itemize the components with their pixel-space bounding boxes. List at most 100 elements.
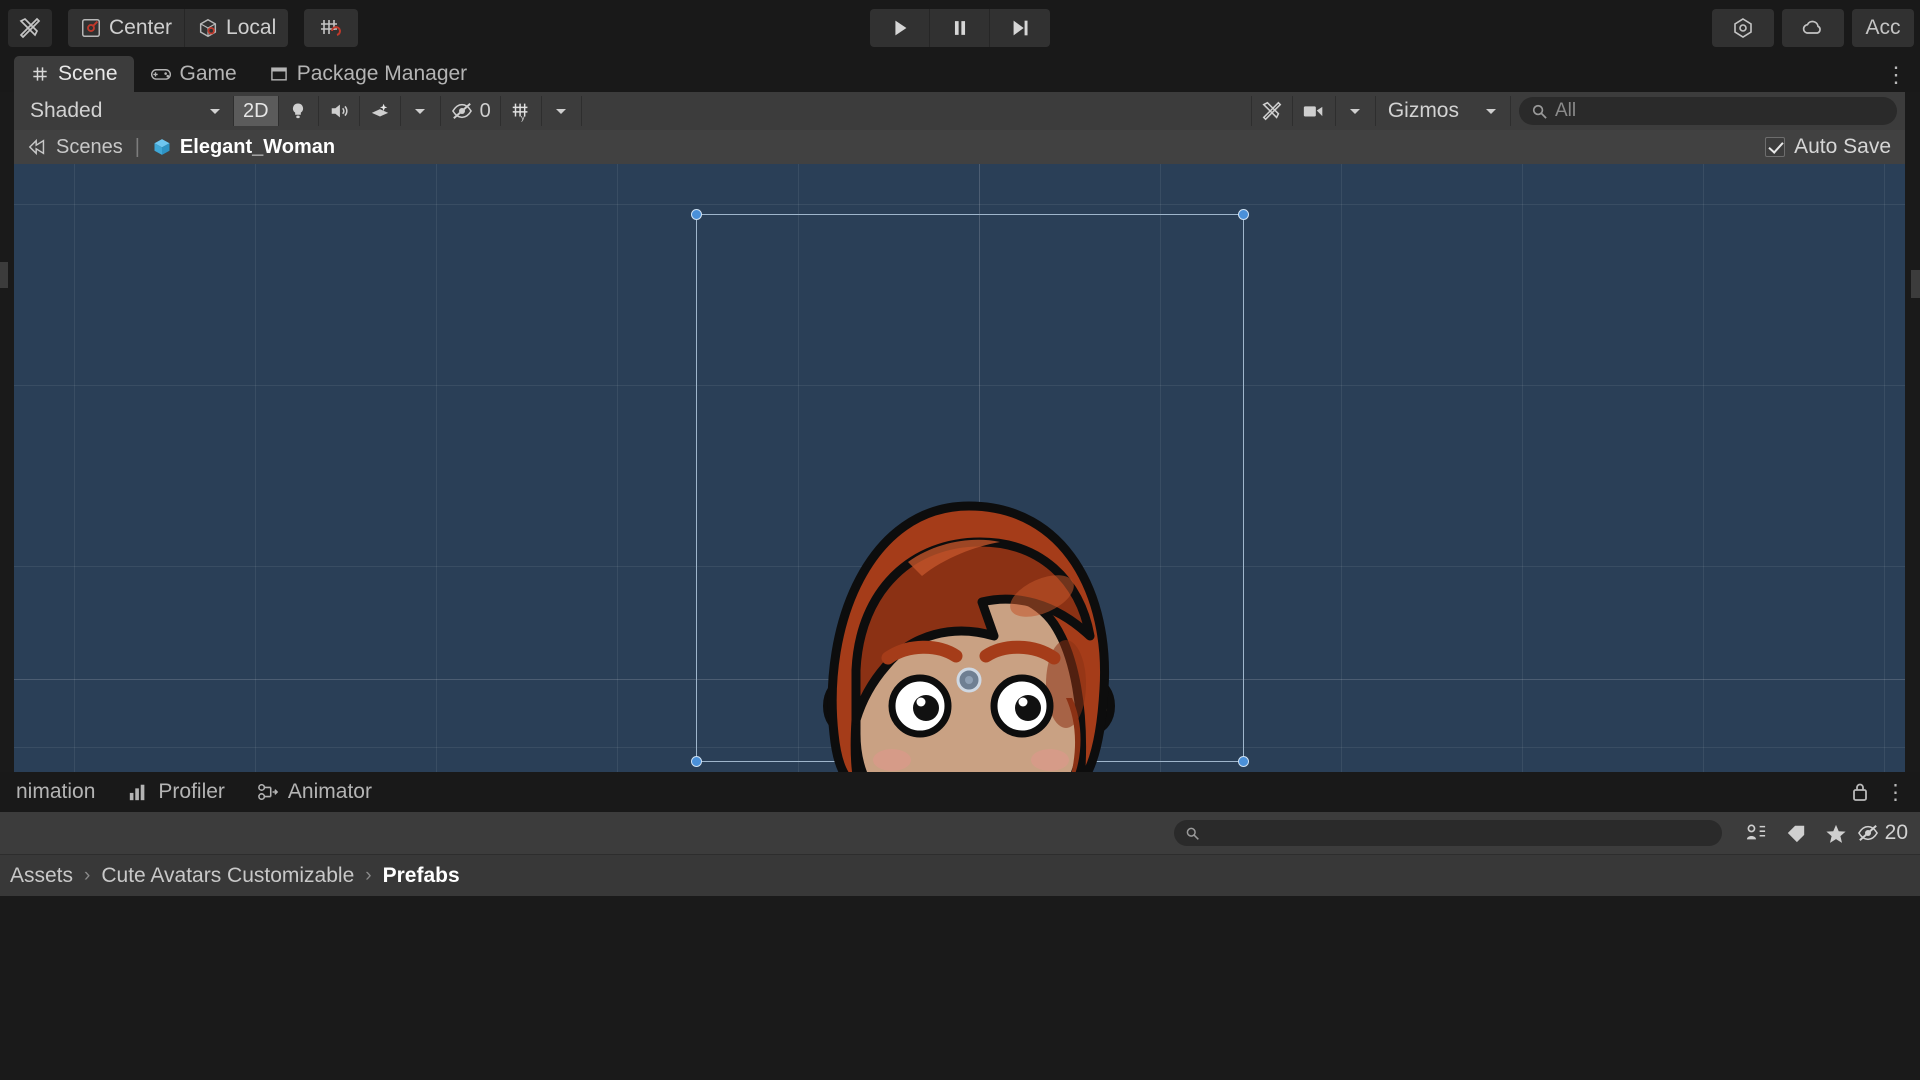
breadcrumb-current-label: Elegant_Woman <box>179 135 336 158</box>
pause-button[interactable] <box>930 9 990 47</box>
profiler-icon <box>130 784 145 801</box>
scene-tools-icon[interactable] <box>1252 96 1293 126</box>
audio-icon[interactable] <box>319 96 360 126</box>
tool-group <box>8 9 52 47</box>
bottom-tabs-right-group: ⋮ <box>1851 780 1920 805</box>
toolbar-right-group: Acc <box>1712 9 1920 47</box>
breadcrumb-scenes-label: Scenes <box>56 135 123 158</box>
tab-package-manager[interactable]: Package Manager <box>253 56 483 92</box>
left-dock-edge <box>0 92 14 772</box>
tab-profiler[interactable]: Profiler <box>111 772 241 812</box>
grid-dropdown[interactable] <box>542 96 582 126</box>
project-path-breadcrumb: Assets › Cute Avatars Customizable › Pre… <box>0 854 1920 896</box>
chevron-down-icon <box>556 109 567 114</box>
tab-overflow-menu[interactable]: ⋮ <box>1885 62 1908 88</box>
pivot-mode-button[interactable]: Center <box>68 9 186 47</box>
step-button[interactable] <box>990 9 1050 47</box>
package-icon <box>270 67 287 81</box>
scene-search-placeholder: All <box>1555 100 1577 121</box>
draw-mode-dropdown[interactable]: Shaded <box>20 96 234 126</box>
eye-off-icon <box>451 102 472 120</box>
prefab-breadcrumb-bar: Scenes | Elegant_Woman Auto Save <box>14 130 1905 164</box>
effects-dropdown[interactable] <box>401 96 441 126</box>
grid-axis-icon[interactable]: y <box>501 96 542 126</box>
avatar-sprite[interactable] <box>804 484 1134 772</box>
tab-package-manager-label: Package Manager <box>296 62 468 85</box>
tab-profiler-label: Profiler <box>158 780 225 803</box>
auto-save-toggle[interactable]: Auto Save <box>1765 135 1905 159</box>
scene-view-toolbar: Shaded 2D 0 y Gizmos All <box>14 92 1905 130</box>
scene-toolbar-right: Gizmos All <box>1250 96 1905 126</box>
chevron-down-icon <box>1485 109 1496 114</box>
tab-animator-label: Animator <box>287 780 372 803</box>
account-label: Acc <box>1865 16 1901 39</box>
visibility-count-group[interactable]: 20 <box>1856 821 1920 845</box>
playback-controls <box>870 9 1050 47</box>
camera-icon[interactable] <box>1293 96 1336 126</box>
hidden-objects-toggle[interactable]: 0 <box>441 96 501 126</box>
filter-label-icon[interactable] <box>1776 818 1816 848</box>
top-toolbar: Center Local Acc <box>0 0 1920 56</box>
project-toolbar: 20 <box>0 812 1920 854</box>
lock-icon[interactable] <box>1851 782 1869 802</box>
gizmos-label[interactable]: Gizmos <box>1376 99 1471 123</box>
resize-handle-top-right[interactable] <box>1238 209 1249 220</box>
path-segment-prefabs[interactable]: Prefabs <box>383 864 460 888</box>
account-button[interactable]: Acc <box>1852 9 1914 47</box>
toggle-2d-button[interactable]: 2D <box>234 96 279 126</box>
pivot-rotation-button[interactable]: Local <box>185 9 288 47</box>
animator-icon <box>258 783 279 801</box>
prefab-cube-icon <box>154 139 170 155</box>
tab-animator[interactable]: Animator <box>241 772 388 812</box>
scene-viewport[interactable] <box>14 164 1905 772</box>
tools-icon[interactable] <box>8 9 52 47</box>
search-icon <box>1186 827 1199 840</box>
breadcrumb-current[interactable]: Elegant_Woman <box>152 136 335 159</box>
tab-scene-label: Scene <box>58 62 118 85</box>
gizmos-dropdown[interactable] <box>1471 96 1511 126</box>
tab-game[interactable]: Game <box>134 56 253 92</box>
cloud-icon[interactable] <box>1782 9 1844 47</box>
auto-save-label: Auto Save <box>1794 135 1891 158</box>
scene-back-icon <box>28 138 45 156</box>
path-segment-cute-avatars[interactable]: Cute Avatars Customizable <box>101 864 354 888</box>
play-button[interactable] <box>870 9 930 47</box>
breadcrumb-scenes[interactable]: Scenes <box>28 136 123 159</box>
path-arrow-2: › <box>365 864 372 886</box>
mode-2d-label: 2D <box>243 99 269 122</box>
resize-handle-bottom-right[interactable] <box>1238 756 1249 767</box>
bottom-filler <box>0 896 1920 1080</box>
visibility-count-label: 20 <box>1884 821 1908 844</box>
path-arrow-1: › <box>84 864 91 886</box>
right-hidden-panel-strip[interactable] <box>1911 270 1920 298</box>
bottom-panel-tab-bar: nimation Profiler Animator ⋮ <box>0 772 1920 812</box>
tab-scene[interactable]: Scene <box>14 56 134 92</box>
effects-icon[interactable] <box>360 96 401 126</box>
tab-animation[interactable]: nimation <box>0 772 111 812</box>
pivot-mode-label: Center <box>109 16 173 39</box>
pivot-rotation-label: Local <box>226 16 277 39</box>
lightbulb-icon[interactable] <box>279 96 319 126</box>
scene-grid-icon <box>33 67 47 81</box>
chevron-down-icon <box>415 109 426 114</box>
hidden-count-label: 0 <box>479 99 491 122</box>
eye-off-icon <box>1857 824 1878 842</box>
scene-search-input[interactable]: All <box>1519 97 1897 125</box>
tab-game-label: Game <box>179 62 237 85</box>
collab-icon[interactable] <box>1712 9 1774 47</box>
camera-dropdown[interactable] <box>1336 96 1376 126</box>
unity-editor-window: Center Local Acc Scene Game Package Mana… <box>0 0 1920 1080</box>
project-search-input[interactable] <box>1173 820 1722 846</box>
star-icon[interactable] <box>1816 818 1856 848</box>
auto-save-checkbox[interactable] <box>1765 137 1786 157</box>
scene-panel: Shaded 2D 0 y Gizmos All Scenes | Elegan… <box>14 92 1905 772</box>
kebab-menu-icon[interactable]: ⋮ <box>1885 780 1906 805</box>
grid-snap-icon[interactable] <box>304 9 359 47</box>
chevron-down-icon <box>210 109 220 114</box>
tab-animation-label: nimation <box>16 780 96 803</box>
resize-handle-top-left[interactable] <box>691 209 702 220</box>
path-segment-assets[interactable]: Assets <box>10 864 73 888</box>
filter-type-icon[interactable] <box>1736 818 1776 848</box>
resize-handle-bottom-left[interactable] <box>691 756 702 767</box>
left-hidden-panel-strip[interactable] <box>0 262 8 288</box>
